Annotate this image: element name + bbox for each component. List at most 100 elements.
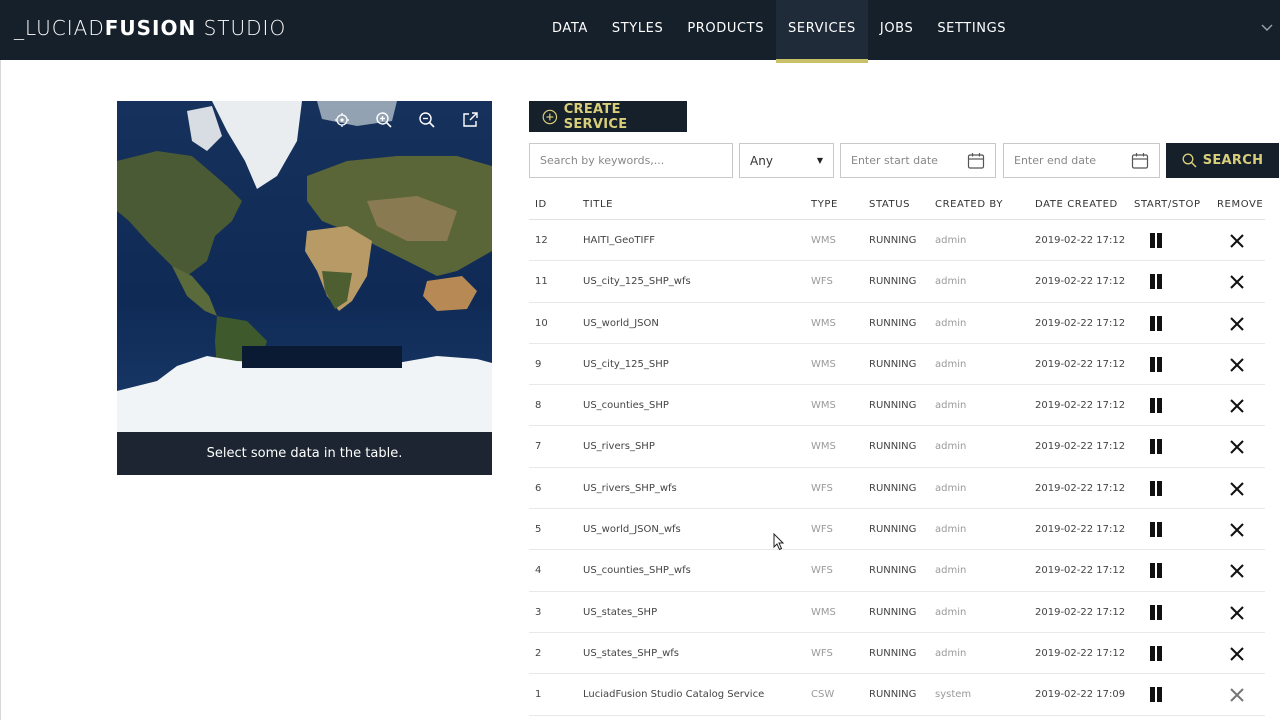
- header-type[interactable]: TYPE: [811, 199, 838, 210]
- search-button-label: SEARCH: [1202, 153, 1264, 168]
- pause-icon[interactable]: [1149, 604, 1163, 621]
- nav-settings[interactable]: SETTINGS: [925, 0, 1018, 60]
- nav-data[interactable]: DATA: [540, 0, 600, 60]
- app-logo[interactable]: _LUCIADFUSION STUDIO: [14, 16, 286, 40]
- pause-icon[interactable]: [1149, 439, 1163, 455]
- table-row[interactable]: 3 US_states_SHP WMS RUNNING admin 2019-02-22 …: [529, 592, 1265, 633]
- cell-created-by: admin: [935, 647, 967, 659]
- brand-suffix: STUDIO: [196, 16, 287, 40]
- remove-icon[interactable]: [1229, 687, 1245, 703]
- cell-id: 11: [535, 276, 548, 288]
- cell-status: RUNNING: [869, 400, 917, 412]
- end-date-field[interactable]: [1003, 143, 1160, 178]
- table-row[interactable]: 10 US_world_JSON WMS RUNNING admin 2019-02-22…: [529, 303, 1265, 344]
- remove-icon[interactable]: [1229, 646, 1245, 662]
- cell-status: RUNNING: [869, 441, 917, 453]
- calendar-icon[interactable]: [1131, 152, 1149, 170]
- remove-icon[interactable]: [1229, 605, 1245, 621]
- header-date-created[interactable]: DATE CREATED: [1035, 199, 1118, 210]
- top-navigation-bar: _LUCIADFUSION STUDIO DATA STYLES PRODUCT…: [0, 0, 1280, 63]
- header-created-by[interactable]: CREATED BY: [935, 199, 1003, 210]
- cell-status: RUNNING: [869, 317, 917, 329]
- table-row[interactable]: 8 US_counties_SHP WMS RUNNING admin 2019-02-2…: [529, 385, 1265, 427]
- cell-created-by: admin: [935, 358, 967, 370]
- start-date-input[interactable]: [851, 154, 967, 167]
- table-row[interactable]: 4 US_counties_SHP_wfs WFS RUNNING admin 2019-…: [529, 550, 1265, 592]
- map-view[interactable]: [117, 101, 492, 432]
- calendar-icon[interactable]: [967, 152, 985, 170]
- keyword-search-field[interactable]: [529, 143, 733, 178]
- cell-date-created: 2019-02-22 17:12: [1035, 441, 1126, 453]
- cell-date-created: 2019-02-22 17:12: [1035, 606, 1126, 618]
- header-remove: REMOVE: [1217, 199, 1264, 210]
- pause-icon[interactable]: [1149, 480, 1163, 497]
- mouse-cursor-icon: [773, 533, 785, 551]
- table-row[interactable]: 1 LuciadFusion Studio Catalog Service CSW R…: [529, 674, 1265, 716]
- map-caption: Select some data in the table.: [117, 432, 492, 475]
- pause-icon[interactable]: [1149, 233, 1163, 249]
- remove-icon[interactable]: [1229, 522, 1245, 538]
- pause-icon[interactable]: [1149, 356, 1163, 373]
- table-row[interactable]: 11 US_city_125_SHP_wfs WFS RUNNING admin 2019…: [529, 261, 1265, 303]
- nav-jobs[interactable]: JOBS: [868, 0, 925, 60]
- cell-id: 1: [535, 689, 542, 701]
- cell-date-created: 2019-02-22 17:12: [1035, 235, 1126, 246]
- search-button[interactable]: SEARCH: [1166, 143, 1279, 178]
- left-divider: [0, 60, 1, 720]
- cell-id: 2: [535, 647, 542, 659]
- header-title[interactable]: TITLE: [583, 199, 613, 210]
- pause-icon[interactable]: [1149, 645, 1163, 662]
- world-map-image: [117, 101, 492, 432]
- brand-prefix: _LUCIAD: [14, 16, 105, 40]
- cell-id: 3: [535, 606, 542, 618]
- cell-id: 7: [535, 441, 542, 453]
- pause-icon[interactable]: [1149, 398, 1163, 414]
- cell-type: WMS: [811, 441, 836, 453]
- cell-created-by: admin: [935, 441, 967, 453]
- table-row[interactable]: 9 US_city_125_SHP WMS RUNNING admin 2019-02-2…: [529, 344, 1265, 386]
- remove-icon[interactable]: [1229, 481, 1245, 497]
- dropdown-arrow-icon: ▼: [816, 156, 823, 165]
- remove-icon[interactable]: [1229, 398, 1245, 414]
- table-row[interactable]: 2 US_states_SHP_wfs WFS RUNNING admin 2019-02…: [529, 633, 1265, 675]
- keyword-search-input[interactable]: [540, 154, 722, 167]
- nav-products[interactable]: PRODUCTS: [675, 0, 776, 60]
- main-nav: DATA STYLES PRODUCTS SERVICES JOBS SETTI…: [540, 0, 1018, 63]
- table-row[interactable]: 12 HAITI_GeoTIFF WMS RUNNING admin 2019-02-22…: [529, 220, 1265, 262]
- remove-icon[interactable]: [1229, 563, 1245, 579]
- header-id[interactable]: ID: [535, 199, 547, 210]
- remove-icon[interactable]: [1229, 274, 1245, 290]
- cell-title: US_counties_SHP_wfs: [583, 565, 691, 577]
- pause-icon[interactable]: [1149, 522, 1163, 538]
- nav-styles[interactable]: STYLES: [600, 0, 675, 60]
- cell-type: WFS: [811, 565, 833, 577]
- remove-icon[interactable]: [1229, 439, 1245, 455]
- remove-icon[interactable]: [1229, 233, 1245, 249]
- cell-title: US_rivers_SHP: [583, 441, 655, 453]
- type-select[interactable]: Any ▼: [739, 143, 834, 178]
- cell-id: 4: [535, 565, 542, 577]
- cell-title: US_world_JSON: [583, 317, 659, 329]
- cell-status: RUNNING: [869, 606, 917, 618]
- table-row[interactable]: 7 US_rivers_SHP WMS RUNNING admin 2019-02-22 …: [529, 426, 1265, 468]
- header-start-stop: START/STOP: [1134, 199, 1201, 210]
- table-row[interactable]: 6 US_rivers_SHP_wfs WFS RUNNING admin 2019-02…: [529, 468, 1265, 510]
- start-date-field[interactable]: [840, 143, 996, 178]
- pause-icon[interactable]: [1149, 563, 1163, 579]
- cell-title: HAITI_GeoTIFF: [583, 235, 655, 246]
- end-date-input[interactable]: [1014, 154, 1131, 167]
- create-service-button[interactable]: CREATE SERVICE: [529, 101, 687, 132]
- cell-date-created: 2019-02-22 17:12: [1035, 482, 1126, 494]
- pause-icon[interactable]: [1149, 687, 1163, 703]
- cell-created-by: admin: [935, 606, 967, 618]
- pause-icon[interactable]: [1149, 315, 1163, 332]
- nav-services[interactable]: SERVICES: [776, 0, 868, 63]
- remove-icon[interactable]: [1229, 357, 1245, 373]
- cell-title: US_rivers_SHP_wfs: [583, 482, 677, 494]
- cell-type: WMS: [811, 606, 836, 618]
- chevron-down-icon[interactable]: [1260, 20, 1274, 34]
- table-row[interactable]: 5 US_world_JSON_wfs WFS RUNNING admin 2019-02…: [529, 509, 1265, 551]
- header-status[interactable]: STATUS: [869, 199, 910, 210]
- remove-icon[interactable]: [1229, 316, 1245, 332]
- pause-icon[interactable]: [1149, 274, 1163, 290]
